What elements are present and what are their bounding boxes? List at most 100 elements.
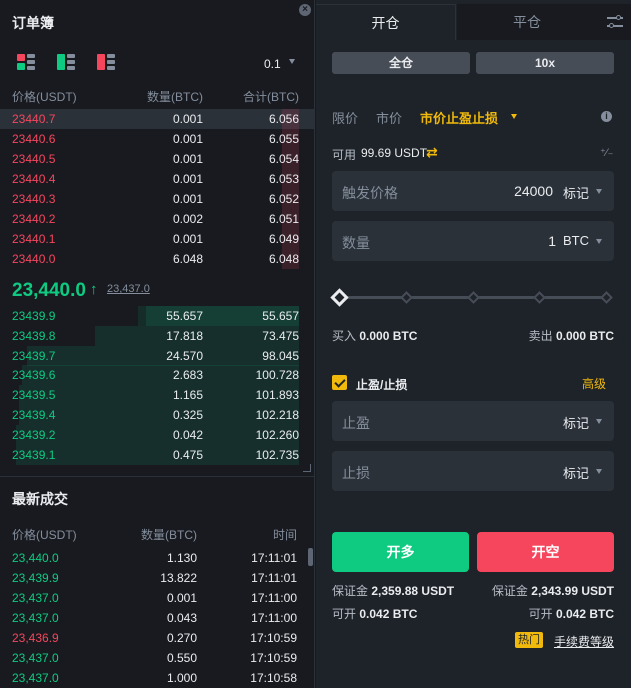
chevron-down-icon[interactable] <box>511 114 517 119</box>
leverage-button[interactable]: 10x <box>476 52 614 74</box>
short-margin: 保证金 2,343.99 USDT <box>492 582 614 599</box>
amount-input[interactable]: 1 <box>548 233 556 249</box>
col-qty: 数量(BTC) <box>147 90 203 104</box>
order-type-stop-market[interactable]: 市价止盈止损 <box>420 108 498 127</box>
trigger-type-select[interactable]: 标记 <box>563 183 589 202</box>
view-bids-icon[interactable] <box>57 54 75 70</box>
bid-price: 23439.2 <box>12 427 56 442</box>
ask-row[interactable]: 23440.1 0.001 6.049 <box>0 229 315 249</box>
trade-row[interactable]: 23,436.9 0.270 17:10:59 <box>0 628 315 648</box>
bid-total: 73.475 <box>262 328 299 343</box>
trade-qty: 0.270 <box>166 631 197 645</box>
info-icon[interactable]: i <box>601 111 612 122</box>
ask-price: 23440.5 <box>12 152 56 166</box>
available-label: 可用 <box>332 148 357 162</box>
bid-row[interactable]: 23439.6 2.683 100.728 <box>0 365 315 386</box>
sliders-icon[interactable] <box>607 14 625 30</box>
view-both-icon[interactable] <box>17 54 35 70</box>
open-long-button[interactable]: 开多 <box>332 532 469 572</box>
ask-price: 23440.6 <box>12 132 56 146</box>
ask-row[interactable]: 23440.7 0.001 6.056 <box>0 109 315 129</box>
last-price[interactable]: 23,440.0 <box>12 280 86 302</box>
chevron-down-icon[interactable] <box>289 59 295 64</box>
scrollbar[interactable] <box>308 548 313 566</box>
buy-amount: 买入 0.000 BTC <box>332 327 417 344</box>
advanced-link[interactable]: 高级 <box>582 375 606 392</box>
stop-loss-type-select[interactable]: 标记 <box>563 463 589 482</box>
trade-row[interactable]: 23,439.9 13.822 17:11:01 <box>0 568 315 588</box>
fee-tier-link[interactable]: 手续费等级 <box>554 633 614 650</box>
ask-row[interactable]: 23440.2 0.002 6.051 <box>0 209 315 229</box>
mark-price[interactable]: 23,437.0 <box>107 283 150 295</box>
slider-node-100[interactable] <box>600 291 613 304</box>
trade-qty: 1.130 <box>166 551 197 565</box>
bid-total: 98.045 <box>262 348 299 363</box>
chevron-down-icon[interactable] <box>596 419 602 424</box>
long-openable-value: 0.042 BTC <box>359 607 418 621</box>
view-asks-icon[interactable] <box>97 54 115 70</box>
order-type-limit[interactable]: 限价 <box>332 108 358 127</box>
bid-total: 102.260 <box>255 427 299 442</box>
trade-row[interactable]: 23,437.0 0.043 17:11:00 <box>0 608 315 628</box>
close-icon[interactable]: × <box>299 4 311 16</box>
stop-loss-label: 止损 <box>342 465 370 481</box>
bid-row[interactable]: 23439.4 0.325 102.218 <box>0 405 315 425</box>
bid-row[interactable]: 23439.5 1.165 101.893 <box>0 385 315 406</box>
divider <box>0 476 315 477</box>
chevron-down-icon[interactable] <box>596 469 602 474</box>
trade-qty: 0.550 <box>166 651 197 665</box>
transfer-icon[interactable]: ⇄ <box>426 144 438 161</box>
ask-qty: 0.001 <box>172 232 203 246</box>
trade-row[interactable]: 23,440.0 1.130 17:11:01 <box>0 548 315 568</box>
margin-label: 保证金 <box>332 584 369 598</box>
bid-row[interactable]: 23439.9 55.657 55.657 <box>0 306 315 326</box>
ask-total: 6.048 <box>268 252 299 266</box>
open-short-button[interactable]: 开空 <box>477 532 614 572</box>
slider-node-75[interactable] <box>533 291 546 304</box>
trade-row[interactable]: 23,437.0 0.550 17:10:59 <box>0 648 315 668</box>
tpsl-checkbox[interactable] <box>332 375 347 390</box>
openable-label: 可开 <box>528 607 553 621</box>
bid-row[interactable]: 23439.2 0.042 102.260 <box>0 424 315 445</box>
col-time: 时间 <box>272 528 297 542</box>
ask-total: 6.051 <box>268 212 299 226</box>
trade-row[interactable]: 23,437.0 1.000 17:10:58 <box>0 668 315 688</box>
trade-price: 23,436.9 <box>12 631 59 645</box>
amount-field[interactable]: 数量 1 BTC <box>332 221 614 261</box>
slider-node-25[interactable] <box>400 291 413 304</box>
amount-slider[interactable] <box>330 288 614 307</box>
bid-row[interactable]: 23439.8 17.818 73.475 <box>0 325 315 346</box>
chevron-down-icon[interactable] <box>596 239 602 244</box>
slider-node-50[interactable] <box>467 291 480 304</box>
chevron-down-icon[interactable] <box>596 189 602 194</box>
tab-close[interactable]: 平仓 <box>457 4 597 40</box>
order-type-market[interactable]: 市价 <box>376 108 402 127</box>
tab-bar-right: 平仓 <box>457 4 631 40</box>
tpsl-label[interactable]: 止盈/止损 <box>356 376 407 393</box>
ask-row[interactable]: 23440.5 0.001 6.054 <box>0 149 315 169</box>
trade-row[interactable]: 23,437.0 0.001 17:11:00 <box>0 588 315 608</box>
bid-row[interactable]: 23439.7 24.570 98.045 <box>0 345 315 366</box>
resize-handle-icon[interactable] <box>303 464 311 472</box>
precision-select[interactable]: 0.1 <box>264 57 281 71</box>
take-profit-type-select[interactable]: 标记 <box>563 413 589 432</box>
amount-unit-select[interactable]: BTC <box>563 233 589 248</box>
bid-qty: 0.042 <box>172 427 203 442</box>
margin-mode-button[interactable]: 全仓 <box>332 52 470 74</box>
take-profit-field[interactable]: 止盈 标记 <box>332 401 614 441</box>
trigger-price-field[interactable]: 触发价格 24000 标记 <box>332 171 614 211</box>
ask-qty: 0.001 <box>172 152 203 166</box>
slider-thumb[interactable] <box>330 288 349 307</box>
ask-row[interactable]: 23440.3 0.001 6.052 <box>0 189 315 209</box>
calculator-icon[interactable]: ⁺⁄₋ <box>600 146 613 159</box>
ask-total: 6.056 <box>268 112 299 126</box>
ask-row[interactable]: 23440.0 6.048 6.048 <box>0 249 315 269</box>
order-form: 开仓 平仓 全仓 10x 限价 市价 市价止盈止损 i 可用 99.69 USD… <box>316 0 631 688</box>
stop-loss-field[interactable]: 止损 标记 <box>332 451 614 491</box>
trigger-price-input[interactable]: 24000 <box>514 183 553 199</box>
ask-row[interactable]: 23440.6 0.001 6.055 <box>0 129 315 149</box>
ask-row[interactable]: 23440.4 0.001 6.053 <box>0 169 315 189</box>
tab-open[interactable]: 开仓 <box>316 4 456 40</box>
bid-row[interactable]: 23439.1 0.475 102.735 <box>0 444 315 465</box>
sell-amount: 卖出 0.000 BTC <box>529 327 614 344</box>
